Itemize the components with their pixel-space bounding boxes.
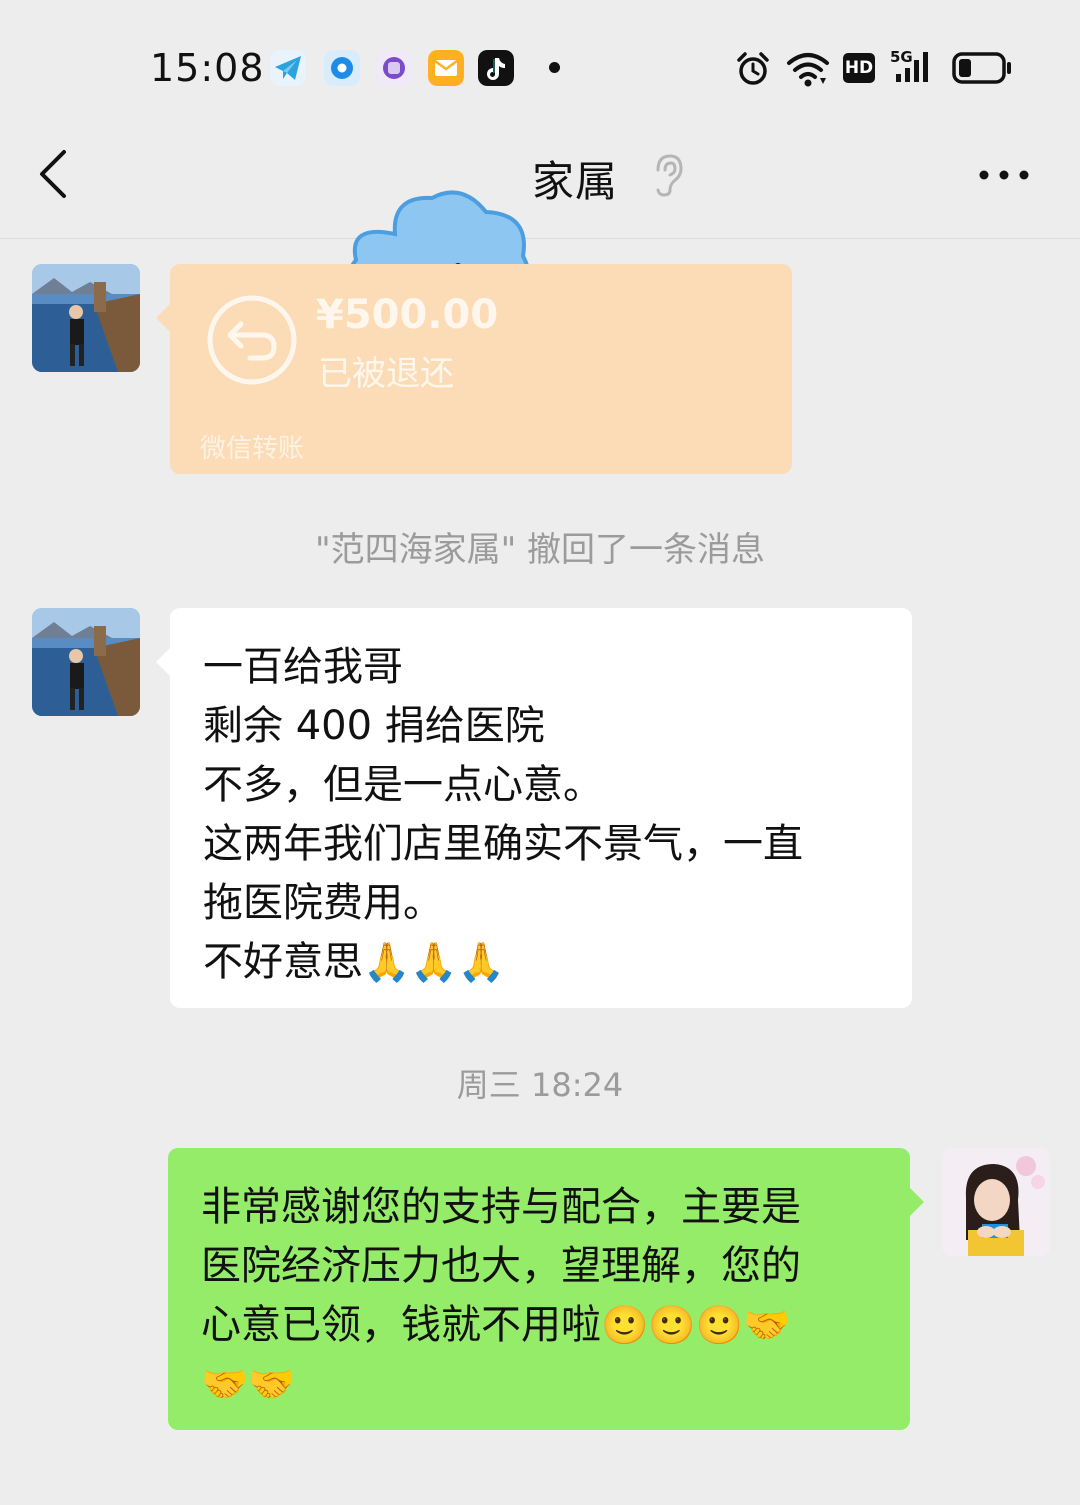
message-line: 这两年我们店里确实不景气，一直: [203, 821, 803, 867]
chat-title: 家属: [532, 157, 619, 206]
handshake-emoji: 🤝🤝: [201, 1362, 296, 1406]
transfer-amount: ¥500.00: [316, 292, 499, 338]
message-text: 不好意思: [203, 939, 363, 985]
ear-icon: [656, 154, 683, 197]
refund-arrow-icon: [207, 295, 297, 385]
incoming-message-bubble[interactable]: 一百给我哥 剩余 400 捐给医院 不多，但是一点心意。 这两年我们店里确实不景…: [156, 608, 912, 1008]
message-line: 一百给我哥: [203, 644, 403, 690]
transfer-card[interactable]: ¥500.00 已被退还 微信转账: [156, 264, 792, 474]
chat-screen: 15:08 HD 5G 家属 ¥500.00 已被退还 微信转账 "范四海家属"…: [0, 0, 1080, 1505]
smile-handshake-emoji: 🙂🙂🙂🤝: [601, 1303, 791, 1347]
avatar-lake-photo: [32, 264, 140, 372]
message-text: 心意已领，钱就不用啦: [201, 1302, 601, 1348]
battery-icon: [952, 52, 1011, 84]
recall-notice: "范四海家属" 撤回了一条消息: [314, 530, 766, 570]
network-type-label: 5G: [890, 48, 913, 66]
wifi-icon: [787, 53, 829, 87]
back-chevron-icon[interactable]: [36, 148, 72, 200]
telegram-icon: [270, 50, 306, 86]
browser-icon: [324, 50, 360, 86]
alarm-icon: [737, 52, 769, 85]
message-timestamp: 周三 18:24: [456, 1066, 624, 1104]
cellular-signal-icon: 5G: [890, 48, 938, 88]
avatar-lake-photo: [32, 608, 140, 716]
praying-hands-emoji: 🙏🙏🙏: [363, 940, 505, 984]
camera-app-icon: [376, 50, 412, 86]
outgoing-message-bubble[interactable]: 非常感谢您的支持与配合，主要是 医院经济压力也大，望理解，您的 心意已领，钱就不…: [168, 1148, 924, 1430]
message-line: 不好意思🙏🙏🙏: [203, 933, 880, 992]
status-time: 15:08: [150, 46, 265, 90]
contact-avatar[interactable]: [32, 264, 140, 372]
transfer-source-label: 微信转账: [200, 434, 305, 464]
message-line: 剩余 400 捐给医院: [203, 703, 545, 749]
more-dots-icon[interactable]: [978, 168, 1030, 182]
mail-app-icon: [428, 50, 464, 86]
message-line: 非常感谢您的支持与配合，主要是: [201, 1184, 801, 1230]
message-line: 医院经济压力也大，望理解，您的: [201, 1243, 801, 1289]
message-line: 拖医院费用。: [203, 880, 443, 926]
contact-avatar[interactable]: [32, 608, 140, 716]
message-line: 不多，但是一点心意。: [203, 762, 603, 808]
hd-icon: HD: [843, 53, 875, 83]
message-line: 心意已领，钱就不用啦🙂🙂🙂🤝: [201, 1296, 878, 1355]
avatar-girl-photo: [942, 1148, 1050, 1256]
status-bar: 15:08 HD 5G: [0, 0, 1080, 110]
tiktok-icon: [478, 50, 514, 86]
transfer-status: 已被退还: [318, 354, 454, 394]
chat-header: 家属: [0, 110, 1080, 352]
my-avatar[interactable]: [942, 1148, 1050, 1256]
notification-dot: [549, 62, 560, 73]
